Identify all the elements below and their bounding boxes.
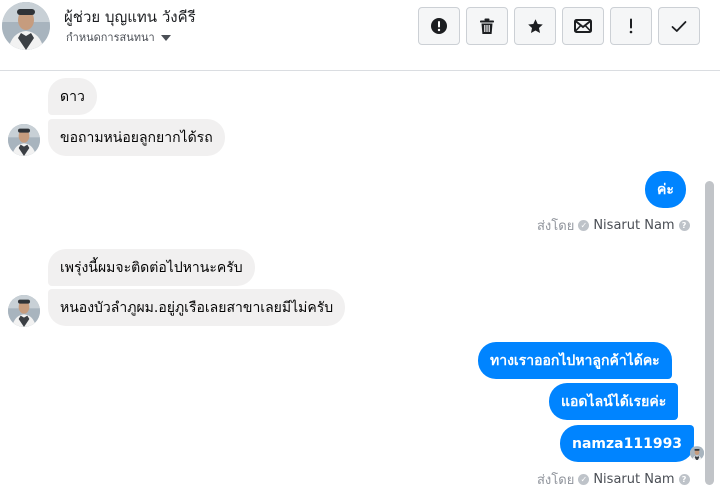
envelope-icon xyxy=(574,19,592,33)
incoming-message: หนองบัวลำภูผม.อยู่ภูเรือเลยสาขาเลยมีไม่ค… xyxy=(48,289,346,326)
help-icon[interactable]: ? xyxy=(678,220,690,231)
outgoing-message: namza111993 xyxy=(560,425,695,462)
star-button[interactable] xyxy=(514,7,556,45)
message-text: ดาว xyxy=(60,88,85,105)
message-text: แอดไลน์ได้เรยค่ะ xyxy=(561,393,667,410)
page-admin-icon: ✓ xyxy=(578,220,590,231)
incoming-message: ดาว xyxy=(48,78,97,115)
conversation-header: ผู้ช่วย บุญแทน วังคีรี กำหนดการสนทนา xyxy=(0,0,720,71)
checkmark-icon xyxy=(671,20,687,32)
sender-avatar[interactable] xyxy=(8,295,40,327)
important-button[interactable] xyxy=(610,7,652,45)
outgoing-message: แอดไลน์ได้เรยค่ะ xyxy=(549,383,679,420)
message-text: ทางเราออกไปหาลูกค้าได้คะ xyxy=(490,352,660,369)
message-list-scrollbar[interactable] xyxy=(705,181,714,485)
seen-by-avatar xyxy=(690,446,704,460)
sent-by-label: ส่งโดย ✓ Nisarut Nam ? xyxy=(537,469,690,485)
done-button[interactable] xyxy=(658,7,700,45)
help-icon[interactable]: ? xyxy=(678,474,690,485)
message-text: ขอถามหน่อยลูกยากได้รถ xyxy=(60,129,213,146)
contact-name[interactable]: ผู้ช่วย บุญแทน วังคีรี xyxy=(64,5,196,29)
delete-button[interactable] xyxy=(466,7,508,45)
outgoing-message: ทางเราออกไปหาลูกค้าได้คะ xyxy=(478,342,672,379)
trash-icon xyxy=(480,18,494,34)
sent-by-name[interactable]: Nisarut Nam xyxy=(593,472,674,485)
sent-by-prefix: ส่งโดย xyxy=(537,473,575,485)
conversation-options[interactable]: กำหนดการสนทนา xyxy=(66,28,171,46)
outgoing-message: ค่ะ xyxy=(645,171,686,208)
message-text: เพรุ่งนี้ผมจะติดต่อไปหานะครับ xyxy=(60,259,243,276)
sent-by-name[interactable]: Nisarut Nam xyxy=(593,218,674,233)
contact-avatar[interactable] xyxy=(2,2,50,50)
message-text: namza111993 xyxy=(572,435,683,452)
sent-by-label: ส่งโดย ✓ Nisarut Nam ? xyxy=(537,215,690,236)
page-admin-icon: ✓ xyxy=(578,474,590,485)
incoming-message: เพรุ่งนี้ผมจะติดต่อไปหานะครับ xyxy=(48,249,255,286)
exclamation-icon xyxy=(629,18,633,34)
sender-avatar[interactable] xyxy=(8,124,40,156)
caret-down-icon xyxy=(160,34,171,41)
alert-circle-icon xyxy=(431,18,447,34)
report-button[interactable] xyxy=(418,7,460,45)
star-icon xyxy=(527,18,543,33)
incoming-message: ขอถามหน่อยลูกยากได้รถ xyxy=(48,119,225,156)
message-text: หนองบัวลำภูผม.อยู่ภูเรือเลยสาขาเลยมีไม่ค… xyxy=(60,299,334,316)
conversation-options-label: กำหนดการสนทนา xyxy=(66,31,155,44)
message-text: ค่ะ xyxy=(657,181,674,198)
mark-unread-button[interactable] xyxy=(562,7,604,45)
header-actions xyxy=(418,7,700,45)
sent-by-prefix: ส่งโดย xyxy=(537,219,575,234)
